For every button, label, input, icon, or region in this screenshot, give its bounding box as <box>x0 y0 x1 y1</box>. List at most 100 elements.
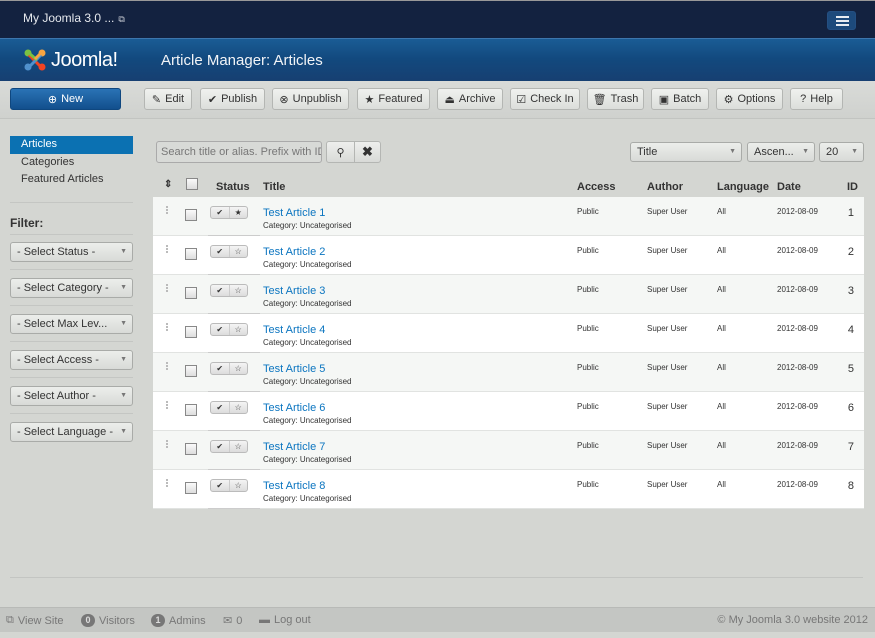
site-name-link[interactable]: My Joomla 3.0 ... ⧉ <box>23 11 125 25</box>
article-author[interactable]: Super User <box>647 402 687 411</box>
published-check-icon[interactable]: ✔ <box>211 207 229 218</box>
archive-button[interactable]: ⏏ Archive <box>437 88 503 110</box>
view-site-link[interactable]: ⧉ View Site <box>6 614 64 627</box>
drag-handle-icon[interactable] <box>166 479 168 487</box>
article-author[interactable]: Super User <box>647 285 687 294</box>
clear-search-button[interactable]: ✖ <box>354 141 381 163</box>
menu-toggle-button[interactable] <box>827 11 856 30</box>
unfeatured-star-icon[interactable]: ☆ <box>228 324 248 335</box>
status-toggle-group: ✔ ☆ <box>210 284 248 297</box>
column-id[interactable]: ID <box>847 181 858 193</box>
divider <box>10 377 133 378</box>
search-input[interactable]: Search title or alias. Prefix with ID <box>156 141 322 163</box>
column-date[interactable]: Date <box>777 181 801 193</box>
sort-direction-select[interactable]: Ascen... ▼ <box>747 142 815 162</box>
unfeatured-star-icon[interactable]: ☆ <box>228 246 248 257</box>
unfeatured-star-icon[interactable]: ☆ <box>228 402 248 413</box>
article-title-link[interactable]: Test Article 8 <box>263 480 325 492</box>
column-language[interactable]: Language <box>717 181 769 193</box>
row-checkbox[interactable] <box>185 443 197 455</box>
filter-access-select[interactable]: - Select Access - ▼ <box>10 350 133 370</box>
check-in-button[interactable]: ☑ Check In <box>510 88 580 110</box>
featured-button[interactable]: ★ Featured <box>357 88 430 110</box>
column-access[interactable]: Access <box>577 181 616 193</box>
filter-status-select[interactable]: - Select Status - ▼ <box>10 242 133 262</box>
filter-author-select[interactable]: - Select Author - ▼ <box>10 386 133 406</box>
filter-access-value: - Select Access - <box>17 354 99 366</box>
published-check-icon[interactable]: ✔ <box>211 480 229 491</box>
featured-star-icon[interactable]: ★ <box>228 207 248 218</box>
article-title-link[interactable]: Test Article 4 <box>263 324 325 336</box>
filter-category-select[interactable]: - Select Category - ▼ <box>10 278 133 298</box>
checkbox-icon: ☑ <box>516 93 527 106</box>
row-checkbox[interactable] <box>185 248 197 260</box>
article-title-link[interactable]: Test Article 3 <box>263 285 325 297</box>
article-title-link[interactable]: Test Article 6 <box>263 402 325 414</box>
column-status[interactable]: Status <box>216 181 250 193</box>
row-checkbox[interactable] <box>185 404 197 416</box>
article-author[interactable]: Super User <box>647 246 687 255</box>
article-title-link[interactable]: Test Article 7 <box>263 441 325 453</box>
trash-button[interactable]: 🗑 Trash <box>587 88 644 110</box>
row-checkbox[interactable] <box>185 287 197 299</box>
unfeatured-star-icon[interactable]: ☆ <box>228 480 248 491</box>
help-button[interactable]: ? Help <box>790 88 843 110</box>
joomla-logo[interactable]: Joomla! <box>23 47 118 73</box>
column-author[interactable]: Author <box>647 181 683 193</box>
unpublish-button[interactable]: ⊗ Unpublish <box>272 88 349 110</box>
published-check-icon[interactable]: ✔ <box>211 441 229 452</box>
filter-max-level-select[interactable]: - Select Max Lev... ▼ <box>10 314 133 334</box>
unfeatured-star-icon[interactable]: ☆ <box>228 285 248 296</box>
search-button[interactable]: ⚲ <box>326 141 355 163</box>
article-author[interactable]: Super User <box>647 207 687 216</box>
new-button[interactable]: ⊕ New <box>10 88 121 110</box>
article-date: 2012-08-09 <box>777 324 818 333</box>
published-check-icon[interactable]: ✔ <box>211 324 229 335</box>
published-check-icon[interactable]: ✔ <box>211 402 229 413</box>
column-title[interactable]: Title <box>263 181 285 193</box>
article-author[interactable]: Super User <box>647 480 687 489</box>
divider <box>10 234 133 235</box>
ordering-sort-icon[interactable]: ⇕ <box>164 179 172 190</box>
batch-button[interactable]: ▣ Batch <box>651 88 709 110</box>
drag-handle-icon[interactable] <box>166 362 168 370</box>
article-author[interactable]: Super User <box>647 441 687 450</box>
messages-link[interactable]: ✉ 0 <box>223 614 242 628</box>
chevron-down-icon: ▼ <box>802 148 809 155</box>
article-title-link[interactable]: Test Article 2 <box>263 246 325 258</box>
drag-handle-icon[interactable] <box>166 401 168 409</box>
drag-handle-icon[interactable] <box>166 245 168 253</box>
article-title-link[interactable]: Test Article 5 <box>263 363 325 375</box>
search-icon: ⚲ <box>336 146 345 159</box>
drag-handle-icon[interactable] <box>166 284 168 292</box>
edit-button[interactable]: ✎ Edit <box>144 88 192 110</box>
sidebar-item-articles[interactable]: Articles <box>10 136 133 154</box>
published-check-icon[interactable]: ✔ <box>211 285 229 296</box>
row-checkbox[interactable] <box>185 365 197 377</box>
sort-field-select[interactable]: Title ▼ <box>630 142 742 162</box>
list-limit-select[interactable]: 20 ▼ <box>819 142 864 162</box>
article-author[interactable]: Super User <box>647 363 687 372</box>
row-checkbox[interactable] <box>185 482 197 494</box>
article-id: 2 <box>847 246 854 258</box>
article-access: Public <box>577 480 599 489</box>
drag-handle-icon[interactable] <box>166 206 168 214</box>
unfeatured-star-icon[interactable]: ☆ <box>228 441 248 452</box>
row-checkbox[interactable] <box>185 209 197 221</box>
select-all-checkbox[interactable] <box>186 178 198 190</box>
sidebar-item-categories[interactable]: Categories <box>10 154 133 172</box>
filter-language-select[interactable]: - Select Language - ▼ <box>10 422 133 442</box>
logout-link[interactable]: ▬ Log out <box>259 614 311 626</box>
drag-handle-icon[interactable] <box>166 323 168 331</box>
drag-handle-icon[interactable] <box>166 440 168 448</box>
row-checkbox[interactable] <box>185 326 197 338</box>
unfeatured-star-icon[interactable]: ☆ <box>228 363 248 374</box>
options-button[interactable]: ⚙ Options <box>716 88 783 110</box>
published-check-icon[interactable]: ✔ <box>211 363 229 374</box>
published-check-icon[interactable]: ✔ <box>211 246 229 257</box>
publish-button[interactable]: ✔ Publish <box>200 88 265 110</box>
external-link-icon: ⧉ <box>6 614 14 626</box>
sidebar-item-featured-articles[interactable]: Featured Articles <box>10 171 133 189</box>
article-author[interactable]: Super User <box>647 324 687 333</box>
article-title-link[interactable]: Test Article 1 <box>263 207 325 219</box>
